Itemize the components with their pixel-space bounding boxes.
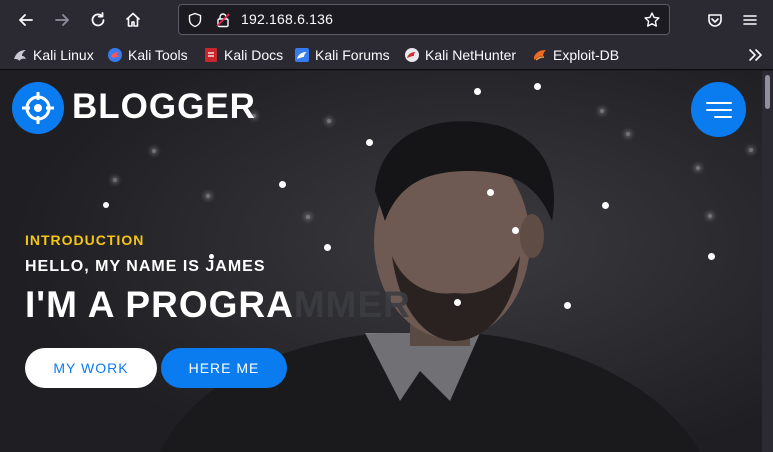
address-bar[interactable]: 192.168.6.136 (178, 4, 670, 35)
bookmarks-bar: Kali Linux Kali Tools Kali Docs Kali For… (0, 40, 773, 70)
bookmark-kali-forums[interactable]: Kali Forums (294, 45, 390, 65)
bookmark-label: Kali Tools (128, 47, 188, 63)
snow-particle (696, 166, 700, 170)
hero-headline-visible: I'M A PROGRA (25, 284, 294, 325)
hero-headline-typing: MMER (293, 284, 411, 325)
snow-particle (454, 299, 461, 306)
snow-particle (474, 88, 481, 95)
kali-dragon-icon (14, 50, 26, 61)
snow-particle (324, 244, 331, 251)
crosshair-icon (22, 92, 54, 124)
hire-me-button[interactable]: HERE ME (161, 348, 287, 388)
snow-particle (534, 83, 541, 90)
back-button[interactable] (12, 6, 40, 34)
logo-badge[interactable] (12, 82, 64, 134)
snow-particle (103, 202, 109, 208)
kali-tools-icon (108, 48, 122, 62)
home-button[interactable] (119, 6, 147, 34)
bookmark-label: Exploit-DB (553, 47, 620, 63)
bookmark-kali-tools[interactable]: Kali Tools (107, 45, 188, 65)
snow-particle (708, 253, 715, 260)
menu-lines-icon (705, 101, 732, 118)
web-page: BLOGGER INTRODUCTION HELLO, MY NAME IS J… (0, 71, 762, 452)
snow-particle (152, 149, 156, 153)
pocket-button[interactable] (701, 6, 729, 34)
exploit-db-icon (534, 50, 546, 61)
kali-forums-icon (295, 48, 309, 62)
bookmark-label: Kali NetHunter (425, 47, 517, 63)
snow-particle (749, 148, 753, 152)
page-scrollbar[interactable] (762, 71, 773, 452)
kali-nethunter-icon (405, 48, 419, 62)
snow-particle (564, 302, 571, 309)
bookmarks-overflow-button[interactable] (747, 45, 763, 70)
arrow-left-icon (19, 14, 33, 26)
snow-particle (512, 227, 519, 234)
bookmark-label: Kali Docs (224, 47, 284, 63)
hamburger-icon (743, 15, 757, 25)
site-menu-button[interactable] (691, 82, 746, 137)
snow-particle (487, 189, 494, 196)
bookmark-exploit-db[interactable]: Exploit-DB (532, 45, 619, 65)
snow-particle (626, 132, 630, 136)
snow-particle (113, 178, 117, 182)
snow-particle (306, 215, 310, 219)
site-brand[interactable]: BLOGGER (72, 87, 256, 127)
snow-particle (279, 181, 286, 188)
insecure-lock-icon[interactable] (215, 12, 231, 28)
url-text[interactable]: 192.168.6.136 (241, 11, 333, 27)
snow-particle (708, 214, 712, 218)
browser-toolbar: 192.168.6.136 (0, 0, 773, 40)
bookmark-kali-nethunter[interactable]: Kali NetHunter (404, 45, 516, 65)
snow-particle (600, 109, 604, 113)
double-chevron-right-icon (749, 49, 762, 61)
snow-particle (602, 202, 609, 209)
snow-particle (327, 119, 331, 123)
snow-particle (366, 139, 373, 146)
arrow-right-icon (55, 14, 69, 26)
kali-docs-icon (205, 48, 217, 62)
intro-label: INTRODUCTION (25, 232, 145, 248)
shield-icon[interactable] (187, 12, 203, 28)
bookmark-kali-linux[interactable]: Kali Linux (12, 45, 94, 65)
hero-headline: I'M A PROGRAMMER (25, 284, 411, 326)
app-menu-button[interactable] (736, 6, 764, 34)
pocket-icon (708, 14, 722, 27)
my-work-button[interactable]: MY WORK (25, 348, 157, 388)
bookmark-label: Kali Forums (315, 47, 390, 63)
bookmark-label: Kali Linux (33, 47, 94, 63)
reload-button[interactable] (84, 6, 112, 34)
bookmark-kali-docs[interactable]: Kali Docs (203, 45, 283, 65)
reload-icon (91, 12, 105, 27)
greeting-text: HELLO, MY NAME IS JAMES (25, 258, 266, 275)
bookmark-star-icon[interactable] (643, 11, 661, 29)
home-icon (125, 12, 141, 27)
snow-particle (206, 194, 210, 198)
scrollbar-thumb[interactable] (765, 75, 770, 109)
forward-button[interactable] (48, 6, 76, 34)
